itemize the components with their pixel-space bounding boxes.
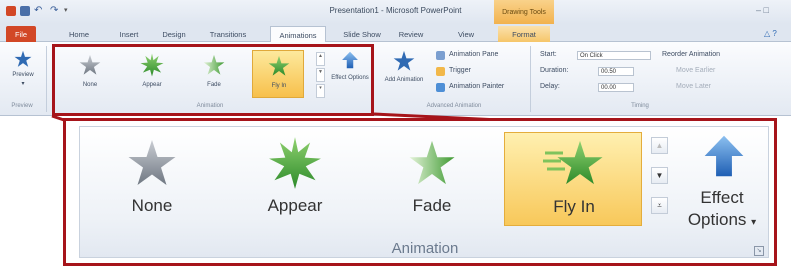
drawing-tools-context-label: Drawing Tools [494, 0, 554, 24]
animation-painter-button[interactable]: Animation Painter [449, 83, 504, 90]
tab-file[interactable]: File [6, 26, 36, 42]
preview-star-icon [14, 50, 32, 68]
tab-slide-show[interactable]: Slide Show [338, 26, 386, 42]
fade-star-icon [407, 139, 457, 187]
callout-frame-small [52, 44, 374, 116]
tab-format[interactable]: Format [498, 26, 550, 42]
move-later-button[interactable]: Move Later [676, 83, 711, 90]
zoom-item-appear[interactable]: Appear [240, 134, 350, 224]
zoom-item-none[interactable]: None [100, 134, 204, 224]
preview-group-label: Preview [11, 103, 33, 109]
group-separator [530, 46, 531, 112]
zoom-item-fly-in[interactable]: Fly In [504, 132, 642, 226]
delay-label: Delay: [540, 83, 560, 90]
preview-label: Preview [12, 72, 34, 78]
tab-transitions[interactable]: Transitions [204, 26, 252, 42]
tab-view[interactable]: View [452, 26, 480, 42]
add-animation-label: Add Animation [384, 77, 424, 83]
chevron-down-icon: ▾ [751, 217, 757, 228]
duration-input[interactable]: 00.50 [598, 67, 634, 76]
preview-dropdown-icon: ▾ [21, 81, 25, 87]
zoom-item-fade[interactable]: Fade [380, 134, 484, 224]
start-dropdown[interactable]: On Click [577, 51, 651, 60]
preview-button[interactable]: Preview ▾ [6, 48, 40, 96]
zoom-item-label: None [131, 196, 173, 215]
gallery-more-button[interactable]: ⩡ [651, 197, 668, 214]
dialog-launcher-icon[interactable]: ↘ [754, 246, 764, 256]
tab-review[interactable]: Review [394, 26, 428, 42]
gallery-scroll-up-button[interactable]: ▲ [651, 137, 668, 154]
animation-pane-button[interactable]: Animation Pane [449, 51, 498, 58]
zoom-item-label: Appear [267, 196, 323, 215]
animation-group-label: Animation [391, 240, 459, 257]
tab-design[interactable]: Design [156, 26, 192, 42]
fly-in-star-icon [555, 139, 605, 187]
group-separator [46, 46, 47, 112]
move-earlier-button[interactable]: Move Earlier [676, 67, 715, 74]
timing-group-label: Timing [631, 103, 649, 109]
zoom-item-label: Fly In [553, 197, 595, 216]
effect-options-arrow-icon [702, 132, 746, 180]
add-animation-star-icon [393, 50, 415, 72]
animation-painter-icon [436, 83, 445, 92]
help-icon[interactable]: △ ? [764, 29, 777, 38]
duration-label: Duration: [540, 67, 569, 74]
window-title: Presentation1 - Microsoft PowerPoint [329, 6, 462, 15]
advanced-animation-group-label: Advanced Animation [426, 103, 482, 109]
none-star-icon [126, 138, 178, 188]
animation-pane-icon [436, 51, 445, 60]
tab-insert[interactable]: Insert [112, 26, 146, 42]
tab-animations[interactable]: Animations [270, 26, 326, 42]
start-label: Start: [540, 51, 557, 58]
effect-options-label-line1: Effect [700, 188, 744, 207]
trigger-icon [436, 67, 445, 76]
window-controls[interactable]: – □ [756, 5, 769, 15]
trigger-button[interactable]: Trigger [449, 67, 471, 74]
appear-burst-icon [267, 136, 323, 190]
tab-home[interactable]: Home [62, 26, 96, 42]
reorder-animation-label: Reorder Animation [662, 51, 720, 58]
effect-options-label-line2: Options ▾ [687, 210, 757, 229]
delay-input[interactable]: 00.00 [598, 83, 634, 92]
effect-options-button[interactable]: Effect Options ▾ [678, 130, 766, 234]
zoom-item-label: Fade [412, 196, 452, 215]
gallery-scroll-down-button[interactable]: ▼ [651, 167, 668, 184]
add-animation-button[interactable]: Add Animation [382, 48, 426, 100]
